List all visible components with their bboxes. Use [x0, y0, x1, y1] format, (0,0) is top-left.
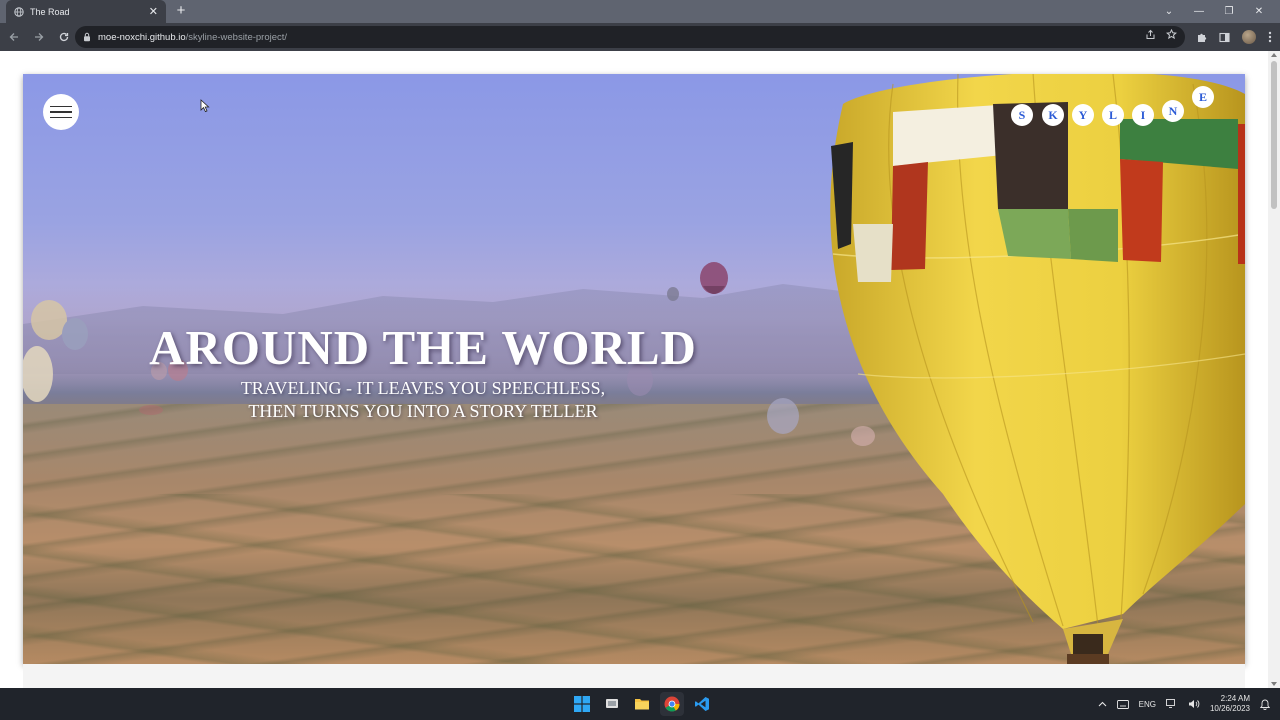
tab-search-icon[interactable]: ⌄	[1154, 6, 1184, 17]
system-tray: ENG 2:24 AM 10/26/2023	[1098, 688, 1270, 720]
hero-headline: AROUND THE WORLD	[149, 320, 697, 375]
keyboard-icon[interactable]	[1116, 699, 1129, 709]
scroll-down-icon[interactable]	[1271, 682, 1277, 686]
volume-icon[interactable]	[1188, 699, 1200, 709]
task-view-icon[interactable]	[600, 692, 624, 716]
new-tab-button[interactable]: +	[172, 2, 190, 20]
url-host: moe-noxchi.github.io	[98, 31, 186, 43]
hero-subheadline-line-2: THEN TURNS YOU INTO A STORY TELLER	[248, 401, 598, 421]
hero-subheadline-line-1: TRAVELING - IT LEAVES YOU SPEECHLESS,	[240, 378, 606, 398]
language-indicator[interactable]: ENG	[1139, 700, 1156, 709]
side-panel-icon[interactable]	[1219, 32, 1230, 43]
minimize-button[interactable]: —	[1184, 6, 1214, 17]
chevron-up-icon[interactable]	[1098, 700, 1107, 709]
brand-letter: K	[1042, 104, 1064, 126]
vscode-icon[interactable]	[690, 692, 714, 716]
kebab-menu-icon[interactable]	[1268, 31, 1272, 43]
os-taskbar: ENG 2:24 AM 10/26/2023	[0, 688, 1280, 720]
taskbar-clock[interactable]: 2:24 AM 10/26/2023	[1210, 694, 1250, 714]
brand-letter: Y	[1072, 104, 1094, 126]
url-path: /skyline-website-project/	[185, 31, 288, 43]
scrollbar-thumb[interactable]	[1271, 61, 1277, 209]
forward-arrow-icon[interactable]	[28, 26, 50, 48]
distant-balloon	[700, 262, 728, 294]
brand-letter: L	[1102, 104, 1124, 126]
notification-bell-icon[interactable]	[1260, 699, 1270, 710]
scroll-up-icon[interactable]	[1271, 53, 1277, 57]
lock-icon[interactable]	[83, 32, 91, 42]
clock-time: 2:24 AM	[1220, 694, 1250, 703]
restore-button[interactable]: ❐	[1214, 6, 1244, 17]
window-controls: ⌄ — ❐ ✕	[1154, 0, 1274, 23]
file-explorer-icon[interactable]	[630, 692, 654, 716]
hero-section: S K Y L I N E AROUND THE WORLD TRAVELING…	[23, 74, 1245, 664]
page-scrollbar[interactable]	[1268, 51, 1280, 688]
clock-date: 10/26/2023	[1209, 704, 1250, 713]
windows-start-icon[interactable]	[570, 692, 594, 716]
hero-subheadline: TRAVELING - IT LEAVES YOU SPEECHLESS, TH…	[123, 377, 723, 423]
brand-letter: N	[1162, 100, 1184, 122]
chrome-icon[interactable]	[660, 692, 684, 716]
bookmark-star-icon[interactable]	[1166, 29, 1177, 40]
tab-close-icon[interactable]: ✕	[149, 5, 158, 18]
browser-tab-strip: The Road ✕ + ⌄ — ❐ ✕	[0, 0, 1280, 23]
globe-icon	[14, 6, 24, 17]
brand-letter: S	[1011, 104, 1033, 126]
foreground-hot-air-balloon	[830, 74, 1245, 664]
back-arrow-icon[interactable]	[3, 26, 25, 48]
browser-toolbar: moe-noxchi.github.io/skyline-website-pro…	[0, 23, 1280, 51]
tab-title: The Road	[30, 6, 70, 17]
reload-icon[interactable]	[53, 26, 75, 48]
network-icon[interactable]	[1166, 699, 1178, 709]
share-icon[interactable]	[1145, 29, 1156, 40]
close-window-button[interactable]: ✕	[1244, 6, 1274, 17]
profile-avatar[interactable]	[1242, 30, 1256, 44]
brand-letter: E	[1192, 86, 1214, 108]
page-viewport: S K Y L I N E AROUND THE WORLD TRAVELING…	[0, 51, 1280, 688]
mouse-cursor-icon	[200, 99, 210, 113]
browser-tab[interactable]: The Road ✕	[6, 0, 166, 23]
brand-letter: I	[1132, 104, 1154, 126]
next-section-preview	[23, 664, 1245, 688]
address-bar[interactable]: moe-noxchi.github.io/skyline-website-pro…	[75, 26, 1185, 48]
extensions-puzzle-icon[interactable]	[1196, 32, 1207, 43]
